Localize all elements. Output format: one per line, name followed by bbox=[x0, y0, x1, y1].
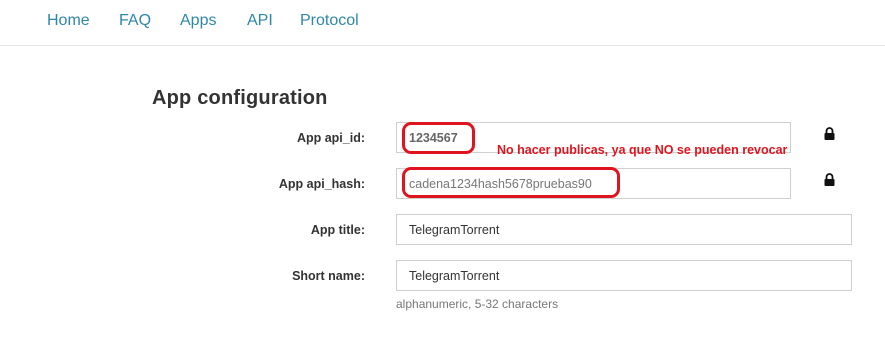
short-name-value: TelegramTorrent bbox=[409, 269, 500, 283]
nav-link-faq[interactable]: FAQ bbox=[119, 12, 151, 30]
lock-icon bbox=[824, 127, 835, 140]
short-name-input[interactable]: TelegramTorrent bbox=[396, 260, 852, 291]
app-title-label: App title: bbox=[310, 223, 365, 237]
nav-link-home[interactable]: Home bbox=[47, 12, 90, 30]
lock-icon bbox=[824, 173, 835, 186]
top-navigation: Home FAQ Apps API Protocol bbox=[0, 0, 885, 46]
page-title: App configuration bbox=[152, 87, 328, 109]
short-name-label: Short name: bbox=[292, 269, 365, 283]
short-name-hint: alphanumeric, 5-32 characters bbox=[396, 297, 559, 311]
nav-link-protocol[interactable]: Protocol bbox=[300, 12, 359, 30]
nav-link-api[interactable]: API bbox=[247, 12, 273, 30]
app-title-value: TelegramTorrent bbox=[409, 223, 500, 237]
highlight-circle-api-hash bbox=[402, 167, 620, 198]
api-hash-label: App api_hash: bbox=[278, 177, 365, 191]
highlight-circle-api-id bbox=[402, 122, 475, 154]
app-title-input[interactable]: TelegramTorrent bbox=[396, 214, 852, 245]
nav-link-apps[interactable]: Apps bbox=[180, 12, 216, 30]
warning-annotation: No hacer publicas, ya que NO se pueden r… bbox=[497, 143, 788, 157]
api-id-label: App api_id: bbox=[296, 131, 365, 145]
